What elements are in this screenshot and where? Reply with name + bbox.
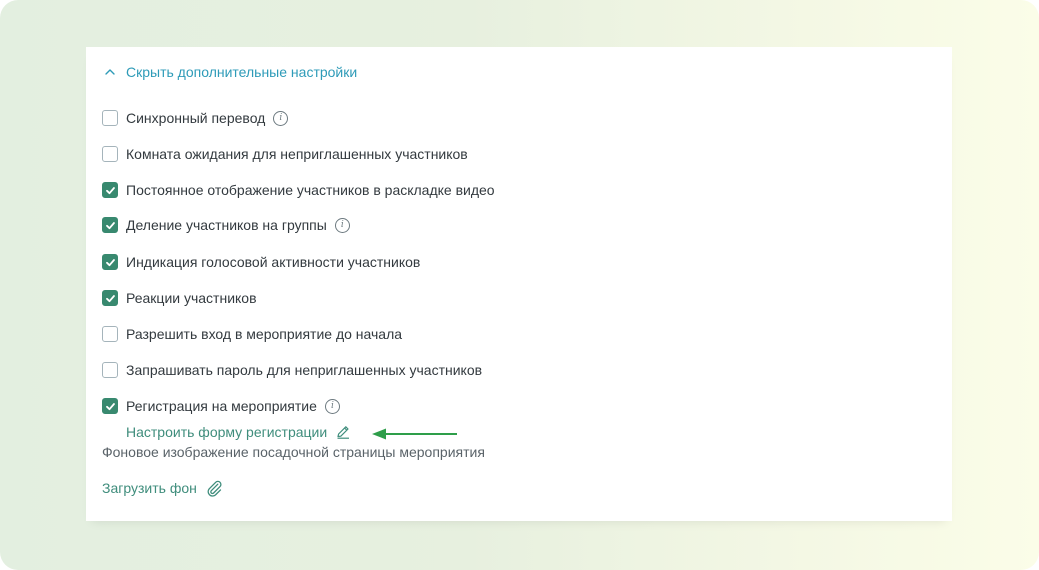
paperclip-icon [207, 480, 222, 497]
option-reactions[interactable]: Реакции участников [102, 288, 257, 308]
checkbox-checked[interactable] [102, 182, 118, 198]
checkbox-checked[interactable] [102, 290, 118, 306]
option-label: Комната ожидания для неприглашенных учас… [126, 146, 468, 162]
checkbox-checked[interactable] [102, 217, 118, 233]
option-label: Реакции участников [126, 290, 257, 306]
checkbox[interactable] [102, 326, 118, 342]
upload-background-link[interactable]: Загрузить фон [102, 479, 223, 497]
hide-advanced-settings-label: Скрыть дополнительные настройки [126, 64, 358, 80]
option-label: Постоянное отображение участников в раск… [126, 182, 495, 198]
option-password[interactable]: Запрашивать пароль для неприглашенных уч… [102, 360, 482, 380]
option-label: Регистрация на мероприятие [126, 398, 317, 414]
checkbox-checked[interactable] [102, 254, 118, 270]
option-label: Синхронный перевод [126, 110, 266, 126]
annotation-arrow [372, 428, 457, 440]
info-icon[interactable]: i [273, 110, 289, 126]
pencil-icon [337, 426, 350, 439]
option-early-entry[interactable]: Разрешить вход в мероприятие до начала [102, 324, 402, 344]
checkmark-icon [105, 258, 115, 266]
option-breakout-groups[interactable]: Деление участников на группы i [102, 215, 350, 235]
settings-panel: Скрыть дополнительные настройки Синхронн… [86, 47, 952, 521]
option-waiting-room[interactable]: Комната ожидания для неприглашенных учас… [102, 144, 468, 164]
option-registration[interactable]: Регистрация на мероприятие i [102, 396, 340, 416]
checkbox[interactable] [102, 146, 118, 162]
checkbox[interactable] [102, 110, 118, 126]
option-simultaneous-translation[interactable]: Синхронный перевод i [102, 108, 289, 128]
checkmark-icon [105, 294, 115, 302]
option-label: Индикация голосовой активности участнико… [126, 254, 421, 270]
option-persistent-display[interactable]: Постоянное отображение участников в раск… [102, 180, 495, 200]
option-voice-activity[interactable]: Индикация голосовой активности участнико… [102, 252, 420, 272]
configure-registration-form-label: Настроить форму регистрации [126, 424, 328, 440]
info-icon[interactable]: i [334, 217, 350, 233]
chevron-up-icon [105, 69, 115, 75]
configure-registration-form-link[interactable]: Настроить форму регистрации [126, 424, 351, 440]
option-label: Разрешить вход в мероприятие до начала [126, 326, 403, 342]
info-icon[interactable]: i [324, 398, 340, 414]
checkmark-icon [105, 221, 115, 229]
option-label: Запрашивать пароль для неприглашенных уч… [126, 362, 483, 378]
background-image-label: Фоновое изображение посадочной страницы … [102, 444, 485, 460]
checkmark-icon [105, 186, 115, 194]
checkmark-icon [105, 402, 115, 410]
hide-advanced-settings-link[interactable]: Скрыть дополнительные настройки [104, 64, 357, 80]
checkbox[interactable] [102, 362, 118, 378]
option-label: Деление участников на группы [126, 217, 327, 233]
checkbox-checked[interactable] [102, 398, 118, 414]
upload-background-label: Загрузить фон [102, 480, 197, 496]
